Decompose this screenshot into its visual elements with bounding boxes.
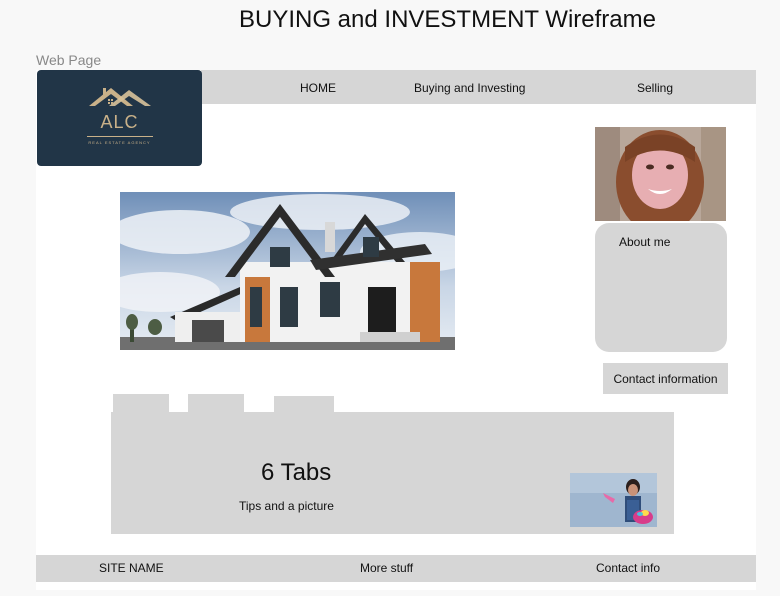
- logo-subtext: REAL ESTATE AGENCY: [88, 140, 151, 145]
- about-me-box: About me: [595, 223, 727, 352]
- tabs-title: 6 Tabs: [261, 459, 332, 486]
- logo-text: ALC: [100, 112, 139, 132]
- nav-buying-investing[interactable]: Buying and Investing: [414, 81, 525, 95]
- logo[interactable]: ALC REAL ESTATE AGENCY: [37, 70, 202, 166]
- wireframe-title: BUYING and INVESTMENT Wireframe: [239, 6, 656, 33]
- house-roof-icon: [89, 88, 151, 106]
- about-me-label: About me: [619, 235, 671, 249]
- footer: SITE NAME More stuff Contact info: [36, 555, 756, 582]
- tips-picture: [570, 473, 657, 527]
- footer-site-name[interactable]: SITE NAME: [99, 561, 164, 575]
- logo-divider: [87, 136, 153, 137]
- tab-2[interactable]: [188, 394, 244, 414]
- house-hero-image: [120, 192, 455, 350]
- footer-contact-info[interactable]: Contact info: [596, 561, 660, 575]
- tab-1[interactable]: [113, 394, 169, 414]
- tabs-subtitle: Tips and a picture: [239, 499, 334, 513]
- footer-more-stuff[interactable]: More stuff: [360, 561, 413, 575]
- page-label: Web Page: [36, 52, 102, 68]
- nav-selling[interactable]: Selling: [637, 81, 673, 95]
- nav-home[interactable]: HOME: [300, 81, 336, 95]
- contact-information-button[interactable]: Contact information: [603, 363, 728, 394]
- agent-photo: [595, 127, 726, 221]
- tabs-panel: 6 Tabs Tips and a picture: [111, 412, 674, 534]
